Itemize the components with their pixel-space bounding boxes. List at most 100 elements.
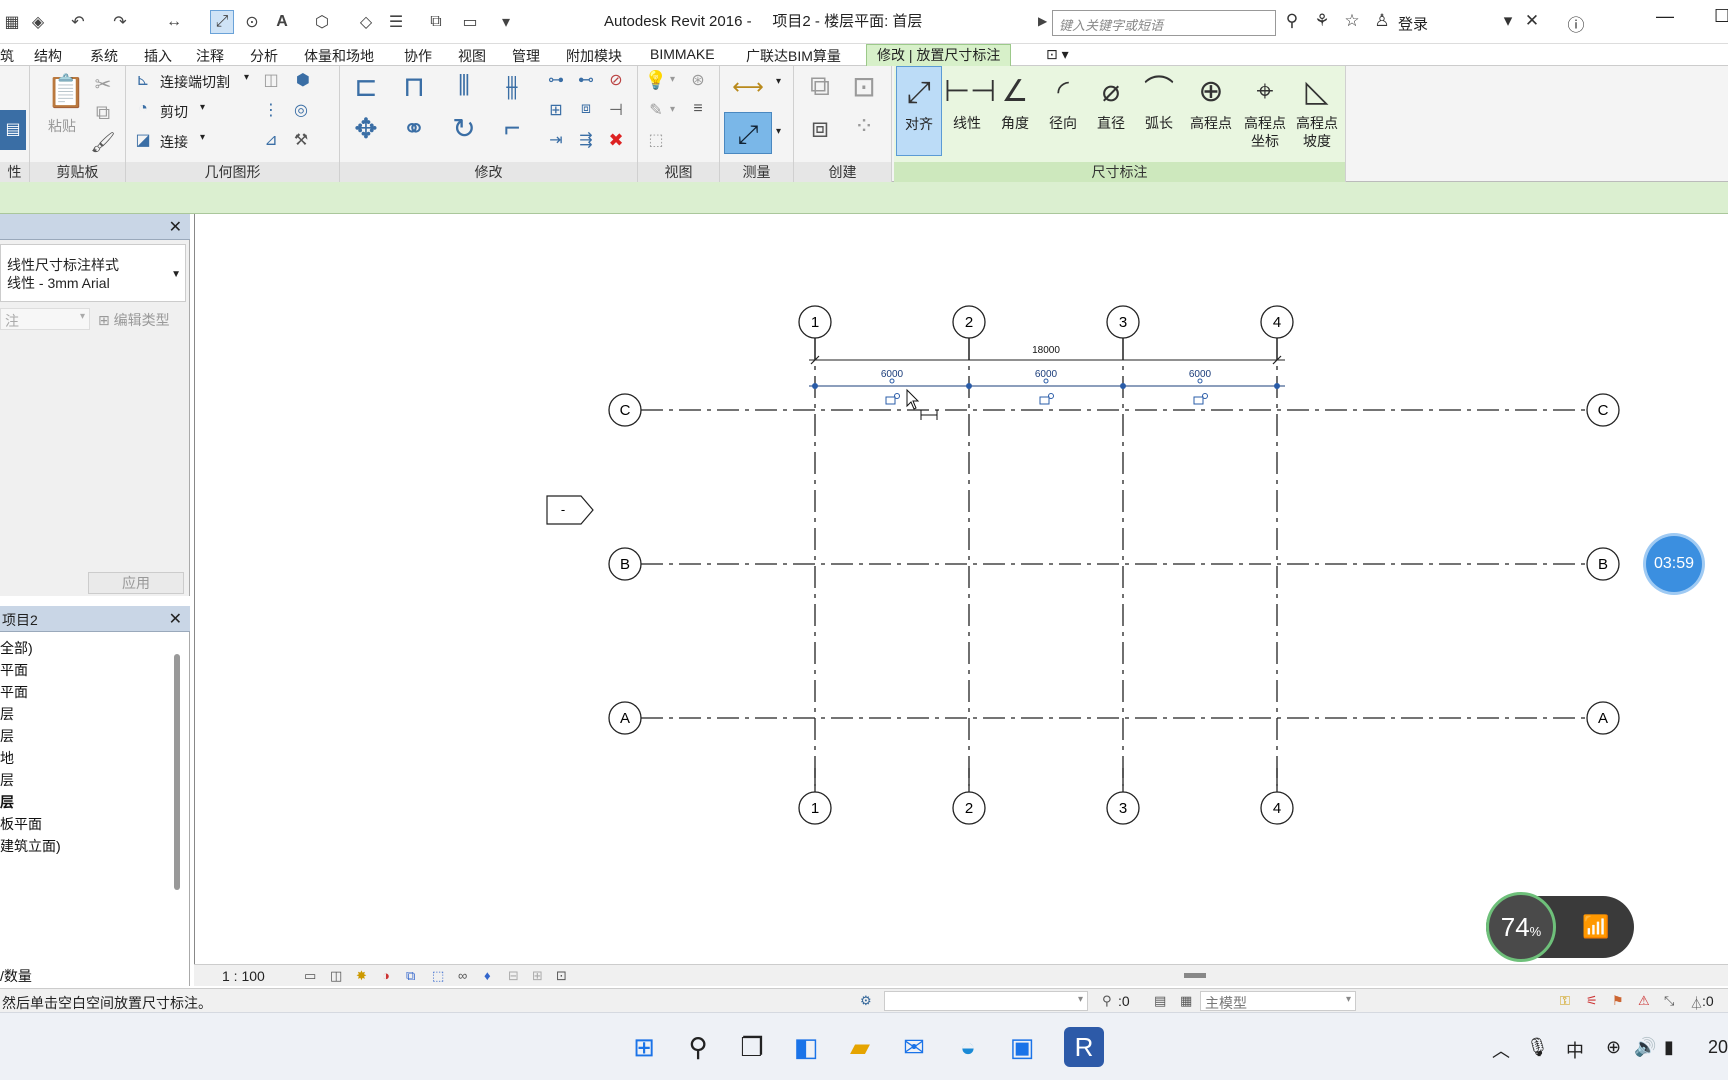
hammer-icon[interactable]: ⚒ [290, 130, 312, 150]
cope-dropdown-icon[interactable]: ▾ [244, 72, 249, 83]
hide-dropdown-icon[interactable]: ▾ [670, 74, 675, 85]
split-face-icon[interactable]: ◫ [260, 70, 282, 90]
widgets-icon[interactable]: ◧ [786, 1027, 826, 1067]
view-scale[interactable]: 1 : 100 [222, 968, 265, 984]
grid-bubble-4-top[interactable]: 4 [1260, 305, 1294, 339]
worksets-icon[interactable]: ⚙ [860, 993, 872, 1009]
sun-path-icon[interactable]: ✸ [356, 968, 367, 984]
angular-dimension-tool[interactable]: ∠ 角度 [992, 66, 1038, 156]
spot-elevation-tool[interactable]: ⊕ 高程点 [1184, 66, 1238, 156]
tree-item[interactable]: 地 [0, 748, 14, 768]
cut-icon[interactable]: ✂ [90, 72, 116, 97]
tree-item[interactable]: 全部) [0, 638, 33, 658]
create-similar-icon[interactable]: ⊡ [844, 70, 884, 103]
browser-scrollbar[interactable] [174, 654, 180, 890]
tree-item[interactable]: 层 [0, 726, 14, 746]
paint-icon[interactable]: ⬢ [292, 70, 314, 90]
thin-lines-icon[interactable]: ☰ [384, 10, 408, 34]
cut-dropdown-icon[interactable]: ▾ [200, 102, 205, 113]
cope-label[interactable]: 连接端切割 [160, 72, 230, 92]
mirror-draw-icon[interactable]: ⫵ [492, 70, 532, 103]
grid-bubble-4-bottom[interactable]: 4 [1260, 791, 1294, 825]
file-explorer-icon[interactable]: ▰ [840, 1027, 880, 1067]
battery-icon[interactable]: ▮ [1664, 1037, 1674, 1058]
section-mark[interactable]: - [546, 495, 594, 525]
visual-style-icon[interactable]: ◫ [330, 968, 342, 984]
paste-icon[interactable]: 📋 [46, 72, 86, 110]
type-selector[interactable]: 线性尺寸标注样式 线性 - 3mm Arial ▼ [0, 244, 186, 302]
mail-icon[interactable]: ✉ [894, 1027, 934, 1067]
horizontal-scrollbar[interactable] [1184, 973, 1206, 978]
close-icon[interactable]: ✕ [169, 217, 182, 237]
tab-insert[interactable]: 插入 [144, 46, 172, 66]
switch-windows-icon[interactable]: ▭ [458, 10, 482, 34]
measure-dropdown-icon[interactable]: ▾ [776, 76, 781, 87]
grid-bubble-1-bottom[interactable]: 1 [798, 791, 832, 825]
tab-view[interactable]: 视图 [458, 46, 486, 66]
sync-icon[interactable]: ◈ [26, 10, 50, 34]
linear-dimension-tool[interactable]: ⊢⊣ 线性 [944, 66, 996, 156]
create-assembly-icon[interactable]: ⁘ [844, 112, 884, 141]
search-input[interactable]: 键入关键字或短语 [1052, 10, 1276, 36]
store-icon[interactable]: ▣ [1002, 1027, 1042, 1067]
recording-timer[interactable]: 03:59 [1646, 536, 1702, 592]
workset-select[interactable]: ▾ [884, 991, 1088, 1011]
grid-bubble-C-left[interactable]: C [608, 393, 642, 427]
tab-analyze[interactable]: 分析 [250, 46, 278, 66]
crop-view-icon[interactable]: ⧉ [406, 968, 415, 984]
floor-plan-drawing[interactable]: 1 2 3 4 1 2 3 4 C B A C B A 18000 6000 6… [195, 214, 1728, 964]
grid-bubble-C-right[interactable]: C [1586, 393, 1620, 427]
offset-icon[interactable]: ⊓ [394, 70, 434, 103]
reveal-constraints-icon[interactable]: ⊡ [556, 968, 567, 984]
login-link[interactable]: 登录 [1398, 13, 1428, 34]
editing-requests-icon[interactable]: ⚲ [1102, 993, 1112, 1009]
cut-geometry-icon[interactable]: ◔ [132, 100, 154, 118]
tab-modify-place-dimension[interactable]: 修改 | 放置尺寸标注 [866, 44, 1012, 66]
windows-start-icon[interactable]: ⊞ [624, 1027, 664, 1067]
tab-massing-site[interactable]: 体量和场地 [304, 46, 374, 66]
favorites-star-icon[interactable]: ☆ [1340, 11, 1364, 35]
select-links-icon[interactable]: ⚿ [1560, 993, 1570, 1009]
user-icon[interactable]: ♙ [1370, 11, 1394, 35]
aligned-dimension-ribbon-icon[interactable]: ⤢ [724, 112, 772, 154]
revit-app-icon[interactable]: R [1064, 1027, 1104, 1067]
save-icon[interactable]: ▦ [0, 10, 24, 34]
clock-partial[interactable]: 20 [1708, 1037, 1728, 1058]
copy-element-icon[interactable]: ⚭ [394, 112, 434, 145]
tree-item[interactable]: 平面 [0, 682, 28, 702]
linework-icon[interactable]: ✎ [644, 100, 668, 120]
tab-addins[interactable]: 附加模块 [566, 46, 622, 66]
pin-icon[interactable]: ⊣ [604, 100, 628, 120]
tree-item[interactable]: 板平面 [0, 814, 42, 834]
linework-dropdown-icon[interactable]: ▾ [670, 104, 675, 115]
edge-browser-icon[interactable]: ◒ [948, 1027, 988, 1067]
copy-icon[interactable]: ⧉ [90, 102, 116, 125]
measure-between-icon[interactable]: ⟷ [726, 74, 770, 100]
detail-level-icon[interactable]: ▭ [304, 968, 316, 984]
help-icon[interactable]: ⓘ [1564, 11, 1588, 35]
temp-hide-icon[interactable]: ∞ [458, 968, 467, 983]
tab-systems[interactable]: 系统 [90, 46, 118, 66]
measure-icon[interactable]: ↔ [162, 10, 186, 34]
grid-bubble-A-left[interactable]: A [608, 701, 642, 735]
dropdown-icon[interactable]: ▾ [1496, 11, 1520, 35]
grid-bubble-1-top[interactable]: 1 [798, 305, 832, 339]
grid-bubble-3-top[interactable]: 3 [1106, 305, 1140, 339]
aligned-dimension-quick-icon[interactable]: ⤢ [210, 10, 234, 34]
subscription-icon[interactable]: ⚘ [1310, 11, 1334, 35]
tree-item[interactable]: /数量 [0, 966, 32, 986]
3d-view-icon[interactable]: ⬡ [310, 10, 334, 34]
split-gap-icon[interactable]: ⊷ [574, 70, 598, 90]
overall-dimension[interactable]: 18000 [809, 345, 1285, 365]
edit-type-button[interactable]: ⊞ 编辑类型 [98, 310, 170, 330]
design-options-icon[interactable]: ▤ [1154, 993, 1166, 1009]
rotate-icon[interactable]: ↻ [444, 112, 484, 145]
drag-on-selection-icon[interactable]: ⤡ [1664, 993, 1674, 1009]
show-crop-icon[interactable]: ⬚ [432, 968, 444, 984]
maximize-icon[interactable]: ☐ [1714, 6, 1728, 27]
trim-single-icon[interactable]: ⇥ [544, 130, 568, 150]
move-icon[interactable]: ✥ [346, 112, 386, 145]
grid-bubble-2-top[interactable]: 2 [952, 305, 986, 339]
tree-item[interactable]: 建筑立面) [0, 836, 61, 856]
apply-button[interactable]: 应用 [88, 572, 184, 594]
